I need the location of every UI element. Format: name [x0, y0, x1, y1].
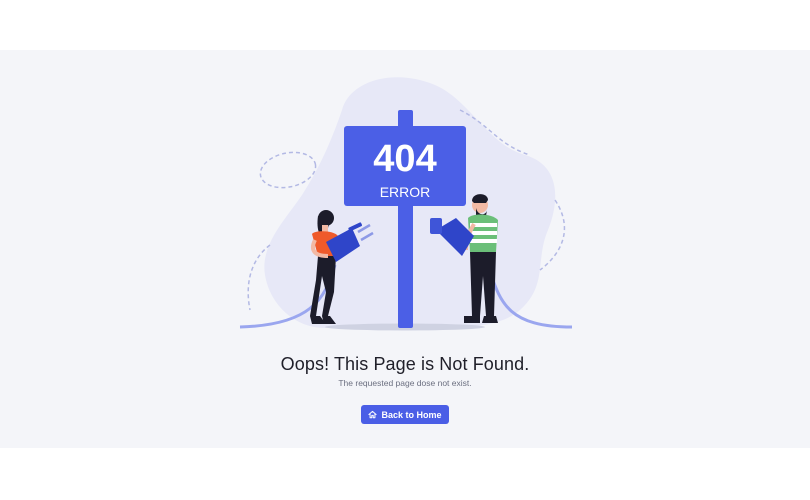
- error-title: Oops! This Page is Not Found.: [280, 354, 530, 374]
- back-to-home-button[interactable]: Back to Home: [361, 405, 449, 424]
- back-to-home-label: Back to Home: [381, 409, 442, 420]
- error-subtitle: The requested page dose not exist.: [338, 378, 472, 388]
- top-band: [0, 0, 810, 50]
- error-label: ERROR: [380, 184, 431, 200]
- home-icon: [368, 410, 378, 419]
- error-code: 404: [373, 138, 436, 180]
- error-page: 404 ERROR Oops! This Page is Not Found. …: [0, 50, 810, 448]
- error-404-illustration: 404 ERROR: [239, 77, 573, 331]
- bottom-band: [0, 448, 810, 500]
